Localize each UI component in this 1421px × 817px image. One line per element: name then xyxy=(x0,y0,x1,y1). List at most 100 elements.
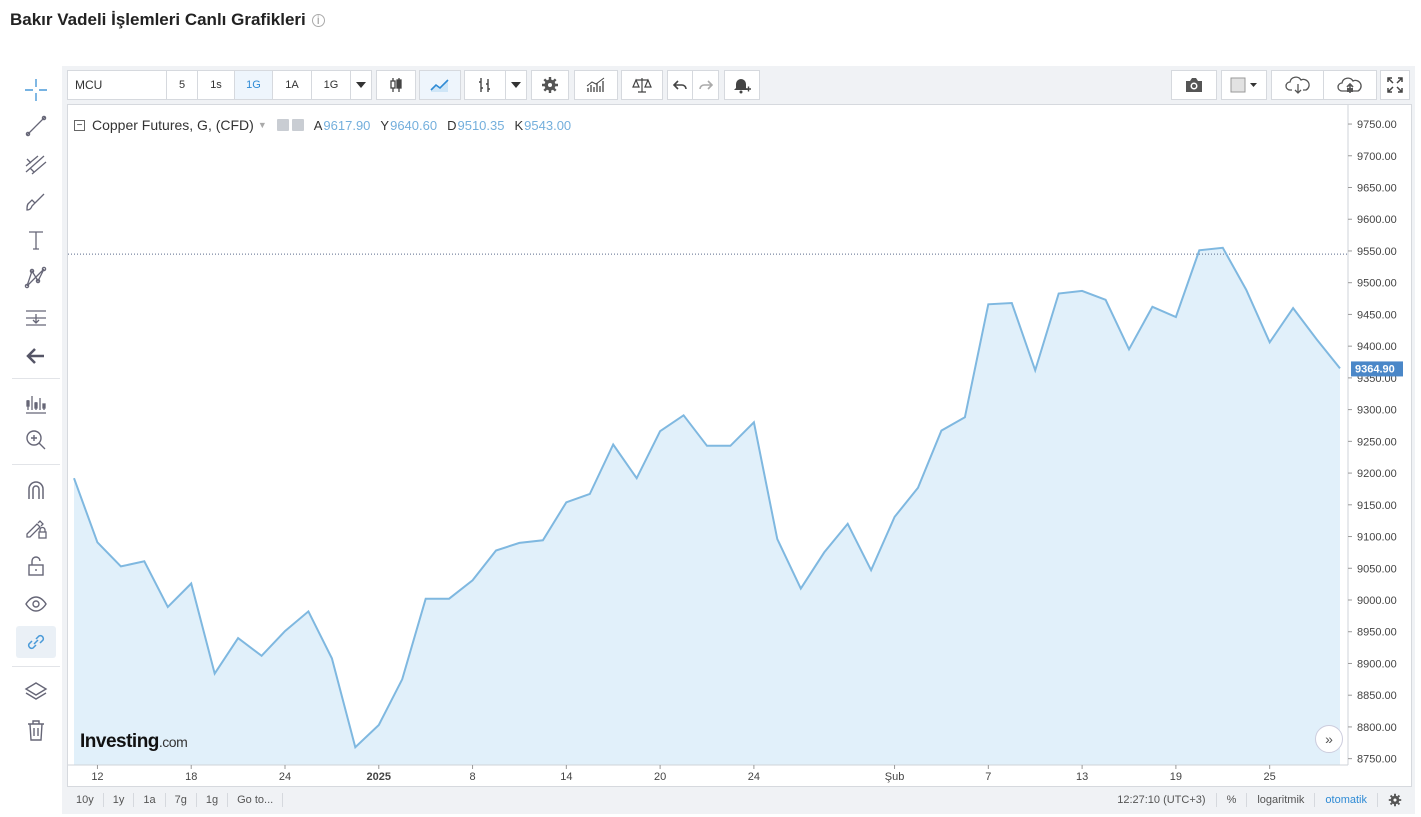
investing-logo: Investing.com xyxy=(80,731,188,753)
crosshair-icon[interactable] xyxy=(16,74,56,106)
undo-icon[interactable] xyxy=(667,70,693,100)
info-icon[interactable]: i xyxy=(311,13,325,27)
price-chart[interactable]: 9750.00 9700.00 9650.00 9600.00 9550.00 9500.… xyxy=(68,105,1413,788)
bar-style-icon[interactable] xyxy=(464,70,506,100)
legend-close-value: 9543.00 xyxy=(524,117,572,133)
legend-high-value: 9640.60 xyxy=(390,117,438,133)
magnet-icon[interactable] xyxy=(16,474,56,506)
fullscreen-icon[interactable] xyxy=(1380,70,1410,100)
price-tick-label: 9300.00 xyxy=(1357,405,1397,417)
range-7g[interactable]: 7g xyxy=(166,793,197,807)
time-tick-label: 14 xyxy=(560,771,572,783)
indicators-icon[interactable] xyxy=(574,70,618,100)
legend-settings-icon[interactable] xyxy=(276,119,289,131)
time-tick-label: 12 xyxy=(91,771,103,783)
last-price-label: 9364.90 xyxy=(1355,363,1395,375)
trash-icon[interactable] xyxy=(16,714,56,746)
price-tick-label: 9050.00 xyxy=(1357,563,1397,575)
unlock-icon[interactable] xyxy=(16,550,56,582)
legend-title: Copper Futures, G, (CFD) xyxy=(92,117,254,133)
symbol-input[interactable]: MCU xyxy=(67,70,167,100)
price-tick-label: 9500.00 xyxy=(1357,278,1397,290)
back-arrow-icon[interactable] xyxy=(16,340,56,372)
cloud-download-icon[interactable] xyxy=(1271,70,1324,100)
price-tick-label: 9700.00 xyxy=(1357,151,1397,163)
camera-icon[interactable] xyxy=(1171,70,1217,100)
legend-low-value: 9510.35 xyxy=(457,117,505,133)
ruler-icon[interactable] xyxy=(16,388,56,420)
price-axis: 9750.00 9700.00 9650.00 9600.00 9550.00 9500.… xyxy=(1348,119,1397,766)
scroll-to-latest-icon[interactable]: » xyxy=(1315,725,1343,753)
price-tick-label: 9250.00 xyxy=(1357,436,1397,448)
chart-legend: − Copper Futures, G, (CFD) ▼ A 9617.90 Y9… xyxy=(74,117,571,133)
brush-icon[interactable] xyxy=(16,186,56,218)
interval-button-1a[interactable]: 1A xyxy=(272,70,312,100)
go-to-date[interactable]: Go to... xyxy=(228,793,284,807)
lock-drawing-icon[interactable] xyxy=(16,512,56,544)
bottom-right-controls: 12:27:10 (UTC+3) % logaritmik otomatik xyxy=(1107,793,1412,807)
compare-scale-icon[interactable] xyxy=(621,70,663,100)
time-tick-label: 7 xyxy=(985,771,991,783)
time-tick-label: 20 xyxy=(654,771,666,783)
price-tick-label: 8950.00 xyxy=(1357,627,1397,639)
page-title: Bakır Vadeli İşlemleri Canlı Grafikleri … xyxy=(10,10,325,30)
interval-button-1g-custom[interactable]: 1G xyxy=(311,70,351,100)
time-tick-label: 24 xyxy=(279,771,291,783)
toolbar-separator xyxy=(12,666,60,667)
time-tick-label: 13 xyxy=(1076,771,1088,783)
legend-open-key: A xyxy=(313,117,323,133)
logo-main: Investing xyxy=(80,731,159,752)
logo-suffix: .com xyxy=(158,734,188,750)
dropdown-icon[interactable] xyxy=(505,70,527,100)
interval-button-5[interactable]: 5 xyxy=(166,70,198,100)
time-tick-label: Şub xyxy=(885,771,905,783)
legend-close-key: K xyxy=(514,117,524,133)
link-icon[interactable] xyxy=(16,626,56,658)
range-1a[interactable]: 1a xyxy=(134,793,166,807)
color-swatch-icon[interactable] xyxy=(1221,70,1267,100)
chart-plot-area[interactable]: 9750.00 9700.00 9650.00 9600.00 9550.00 9500.… xyxy=(67,104,1412,787)
trend-line-icon[interactable] xyxy=(16,110,56,142)
axis-settings-icon[interactable] xyxy=(1378,793,1412,807)
chart-toolbar: MCU 5 1s 1G 1A 1G xyxy=(62,66,1415,104)
page-title-text: Bakır Vadeli İşlemleri Canlı Grafikleri xyxy=(10,10,306,29)
interval-button-1g[interactable]: 1G xyxy=(234,70,273,100)
price-tick-label: 9150.00 xyxy=(1357,500,1397,512)
eye-icon[interactable] xyxy=(16,588,56,620)
range-1g[interactable]: 1g xyxy=(197,793,229,807)
layers-icon[interactable] xyxy=(16,676,56,708)
pitchfork-icon[interactable] xyxy=(16,148,56,180)
line-chart-icon[interactable] xyxy=(419,70,461,100)
price-tick-label: 9550.00 xyxy=(1357,246,1397,258)
price-tick-label: 9600.00 xyxy=(1357,214,1397,226)
time-axis: 12 18 24 2025 8 14 20 24 Şub 7 13 19 25 xyxy=(91,765,1276,783)
price-tick-label: 9400.00 xyxy=(1357,341,1397,353)
legend-collapse-icon[interactable]: − xyxy=(74,119,85,131)
price-tick-label: 8750.00 xyxy=(1357,754,1397,766)
settings-gear-icon[interactable] xyxy=(531,70,569,100)
zoom-icon[interactable] xyxy=(16,424,56,456)
legend-low-key: D xyxy=(447,117,457,133)
legend-dropdown-icon[interactable]: ▼ xyxy=(258,120,267,130)
percent-toggle[interactable]: % xyxy=(1217,793,1248,807)
pattern-icon[interactable] xyxy=(16,262,56,294)
price-tick-label: 8800.00 xyxy=(1357,722,1397,734)
range-1y[interactable]: 1y xyxy=(104,793,135,807)
redo-icon[interactable] xyxy=(692,70,719,100)
chart-bottom-bar: 10y 1y 1a 7g 1g Go to... 12:27:10 (UTC+3… xyxy=(67,788,1412,812)
auto-scale-toggle[interactable]: otomatik xyxy=(1315,793,1378,807)
text-icon[interactable] xyxy=(16,224,56,256)
measure-icon[interactable] xyxy=(16,302,56,334)
cloud-upload-icon[interactable] xyxy=(1323,70,1377,100)
log-toggle[interactable]: logaritmik xyxy=(1247,793,1316,807)
candlestick-icon[interactable] xyxy=(376,70,416,100)
legend-close-icon[interactable] xyxy=(291,119,304,131)
interval-dropdown-icon[interactable] xyxy=(350,70,372,100)
interval-button-1s[interactable]: 1s xyxy=(197,70,235,100)
time-tick-label: 19 xyxy=(1170,771,1182,783)
range-10y[interactable]: 10y xyxy=(67,793,104,807)
price-tick-label: 9450.00 xyxy=(1357,309,1397,321)
price-tick-label: 8850.00 xyxy=(1357,690,1397,702)
alert-bell-icon[interactable] xyxy=(724,70,760,100)
clock: 12:27:10 (UTC+3) xyxy=(1107,793,1217,807)
